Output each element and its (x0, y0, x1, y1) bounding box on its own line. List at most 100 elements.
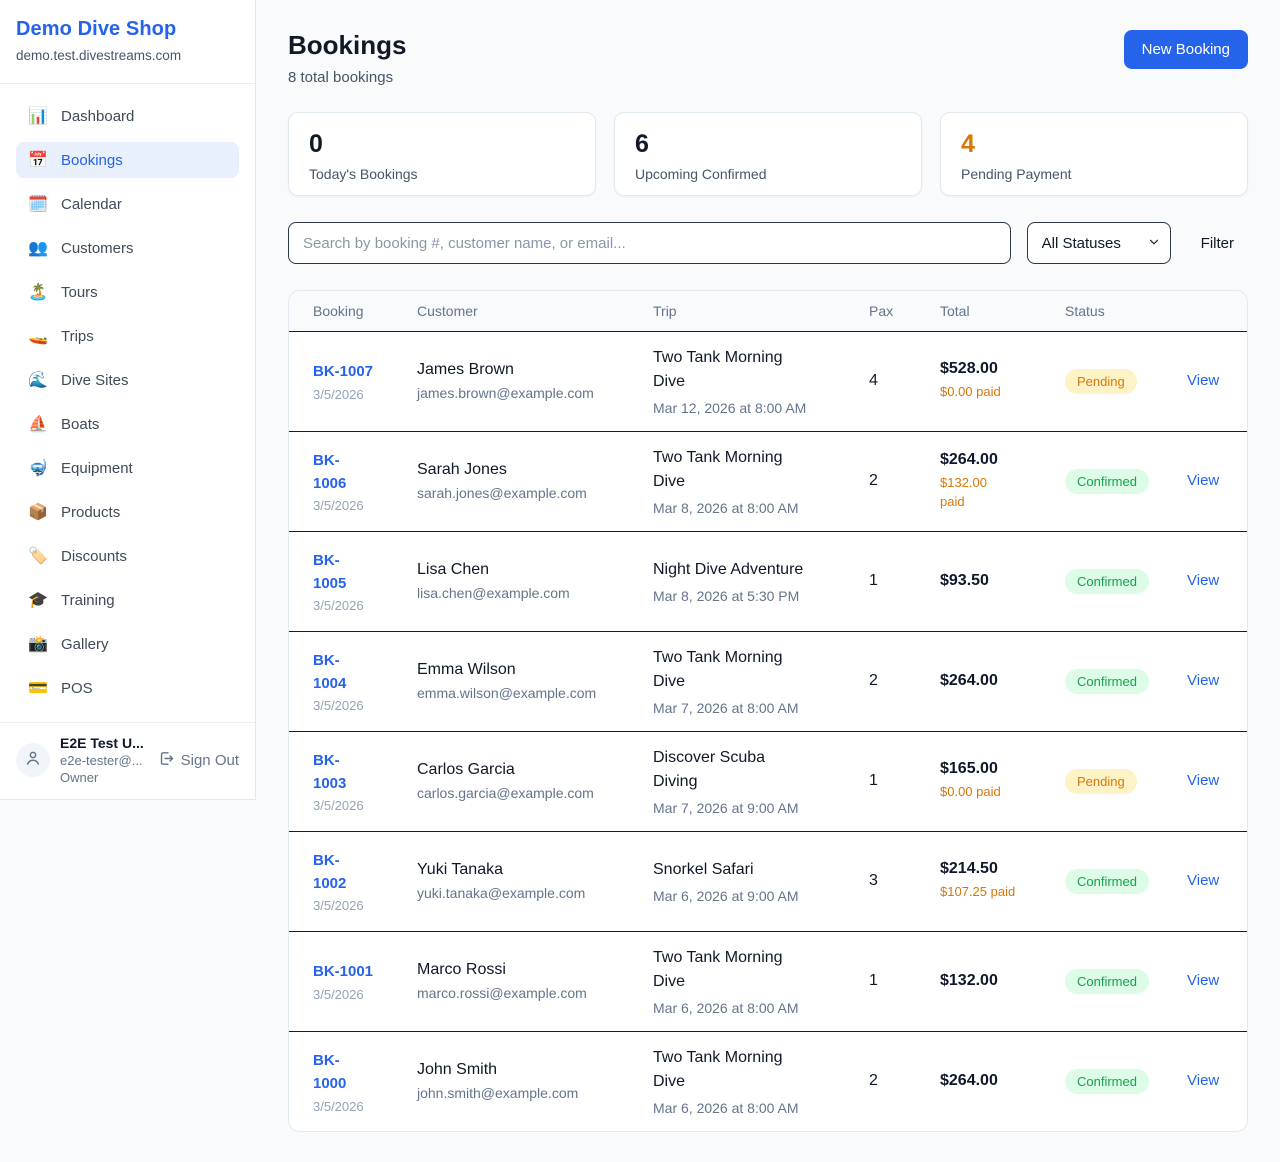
booking-date: 3/5/2026 (313, 387, 393, 402)
bookings-icon: 📅 (28, 150, 48, 170)
total-amount: $264.00 (940, 451, 1041, 469)
sidebar-item-training[interactable]: 🎓Training (16, 582, 239, 618)
table-row: BK- 1004 3/5/2026 Emma Wilson emma.wilso… (289, 631, 1247, 731)
trip-name: Two Tank Morning Dive (653, 1046, 845, 1094)
customer-name: Marco Rossi (417, 961, 629, 979)
sidebar-item-boats[interactable]: ⛵Boats (16, 406, 239, 442)
dive-sites-icon: 🌊 (28, 370, 48, 390)
user-role: Owner (60, 770, 148, 785)
trip-name: Snorkel Safari (653, 858, 845, 882)
bookings-table: BookingCustomerTripPaxTotalStatus BK-100… (289, 291, 1247, 1131)
pax-count: 4 (869, 372, 878, 389)
booking-id-link[interactable]: BK- 1005 (313, 549, 346, 596)
pax-count: 1 (869, 572, 878, 589)
table-row: BK- 1002 3/5/2026 Yuki Tanaka yuki.tanak… (289, 831, 1247, 931)
column-header-pax: Pax (853, 291, 924, 331)
trip-name: Two Tank Morning Dive (653, 646, 845, 694)
trip-name: Two Tank Morning Dive (653, 946, 845, 994)
app-root: Demo Dive Shop demo.test.divestreams.com… (0, 0, 1280, 1162)
gallery-icon: 📸 (28, 634, 48, 654)
trip-datetime: Mar 8, 2026 at 8:00 AM (653, 500, 845, 516)
sidebar-item-label: Calendar (61, 196, 122, 213)
column-header-status: Status (1049, 291, 1171, 331)
sidebar-item-dive-sites[interactable]: 🌊Dive Sites (16, 362, 239, 398)
paid-amount: $0.00 paid (940, 383, 1041, 401)
table-row: BK-1007 3/5/2026 James Brown james.brown… (289, 331, 1247, 431)
status-badge: Confirmed (1065, 969, 1149, 994)
calendar-icon: 🗓️ (28, 194, 48, 214)
pos-icon: 💳 (28, 678, 48, 698)
sign-out-button[interactable]: Sign Out (158, 750, 239, 771)
stat-card-today-s-bookings: 0 Today's Bookings (288, 112, 596, 196)
customer-name: Sarah Jones (417, 461, 629, 479)
view-link[interactable]: View (1187, 472, 1219, 489)
customer-email: sarah.jones@example.com (417, 485, 629, 501)
stat-value: 0 (309, 130, 575, 159)
booking-id-link[interactable]: BK- 1004 (313, 649, 346, 696)
sidebar-item-gallery[interactable]: 📸Gallery (16, 626, 239, 662)
filter-button[interactable]: Filter (1187, 235, 1248, 252)
trip-name: Two Tank Morning Dive (653, 446, 845, 494)
sidebar-item-pos[interactable]: 💳 POS (16, 670, 239, 706)
booking-id-link[interactable]: BK-1001 (313, 960, 373, 983)
new-booking-button[interactable]: New Booking (1124, 30, 1248, 69)
column-header-customer: Customer (401, 291, 637, 331)
view-link[interactable]: View (1187, 572, 1219, 589)
user-email: e2e-tester@... (60, 753, 148, 768)
stat-label: Upcoming Confirmed (635, 166, 901, 182)
customers-icon: 👥 (28, 238, 48, 258)
status-filter-select[interactable]: All Statuses (1027, 222, 1171, 264)
column-header-actions (1171, 291, 1247, 331)
total-amount: $165.00 (940, 760, 1041, 778)
view-link[interactable]: View (1187, 372, 1219, 389)
stat-card-upcoming-confirmed: 6 Upcoming Confirmed (614, 112, 922, 196)
total-amount: $214.50 (940, 860, 1041, 878)
sidebar-item-discounts[interactable]: 🏷️Discounts (16, 538, 239, 574)
table-header-row: BookingCustomerTripPaxTotalStatus (289, 291, 1247, 331)
pax-count: 3 (869, 872, 878, 889)
booking-id-link[interactable]: BK-1007 (313, 360, 373, 383)
booking-id-link[interactable]: BK- 1003 (313, 749, 346, 796)
sidebar-item-label: Dashboard (61, 108, 134, 125)
booking-id-link[interactable]: BK- 1002 (313, 849, 346, 896)
status-badge: Pending (1065, 369, 1137, 394)
page-header: Bookings 8 total bookings New Booking (288, 30, 1248, 86)
sidebar-item-tours[interactable]: 🏝️Tours (16, 274, 239, 310)
sidebar-item-dashboard[interactable]: 📊Dashboard (16, 98, 239, 134)
user-icon (24, 749, 42, 772)
table-row: BK- 1006 3/5/2026 Sarah Jones sarah.jone… (289, 431, 1247, 531)
page-subtitle: 8 total bookings (288, 69, 406, 86)
stat-card-pending-payment: 4Pending Payment (940, 112, 1248, 196)
sidebar-item-equipment[interactable]: 🤿Equipment (16, 450, 239, 486)
training-icon: 🎓 (28, 590, 48, 610)
customer-email: carlos.garcia@example.com (417, 785, 629, 801)
sidebar-item-trips[interactable]: 🚤Trips (16, 318, 239, 354)
sidebar-item-customers[interactable]: 👥Customers (16, 230, 239, 266)
stat-label: Today's Bookings (309, 166, 575, 182)
sidebar-item-label: Products (61, 504, 120, 521)
equipment-icon: 🤿 (28, 458, 48, 478)
customer-email: james.brown@example.com (417, 385, 629, 401)
stat-value: 6 (635, 130, 901, 159)
view-link[interactable]: View (1187, 972, 1219, 989)
booking-id-link[interactable]: BK- 1006 (313, 449, 346, 496)
sidebar-item-bookings[interactable]: 📅Bookings (16, 142, 239, 178)
view-link[interactable]: View (1187, 772, 1219, 789)
view-link[interactable]: View (1187, 1072, 1219, 1089)
sidebar-item-calendar[interactable]: 🗓️ Calendar (16, 186, 239, 222)
brand: Demo Dive Shop demo.test.divestreams.com (0, 0, 255, 84)
search-input[interactable] (288, 222, 1011, 264)
paid-amount: $0.00 paid (940, 783, 1041, 801)
view-link[interactable]: View (1187, 672, 1219, 689)
pax-count: 1 (869, 772, 878, 789)
booking-id-link[interactable]: BK- 1000 (313, 1049, 346, 1096)
column-header-total: Total (924, 291, 1049, 331)
page-title: Bookings (288, 30, 406, 61)
tours-icon: 🏝️ (28, 282, 48, 302)
total-amount: $132.00 (940, 972, 1041, 990)
sidebar-item-products[interactable]: 📦Products (16, 494, 239, 530)
trip-datetime: Mar 8, 2026 at 5:30 PM (653, 588, 845, 604)
sidebar-item-label: POS (61, 680, 93, 697)
view-link[interactable]: View (1187, 872, 1219, 889)
booking-date: 3/5/2026 (313, 798, 393, 813)
